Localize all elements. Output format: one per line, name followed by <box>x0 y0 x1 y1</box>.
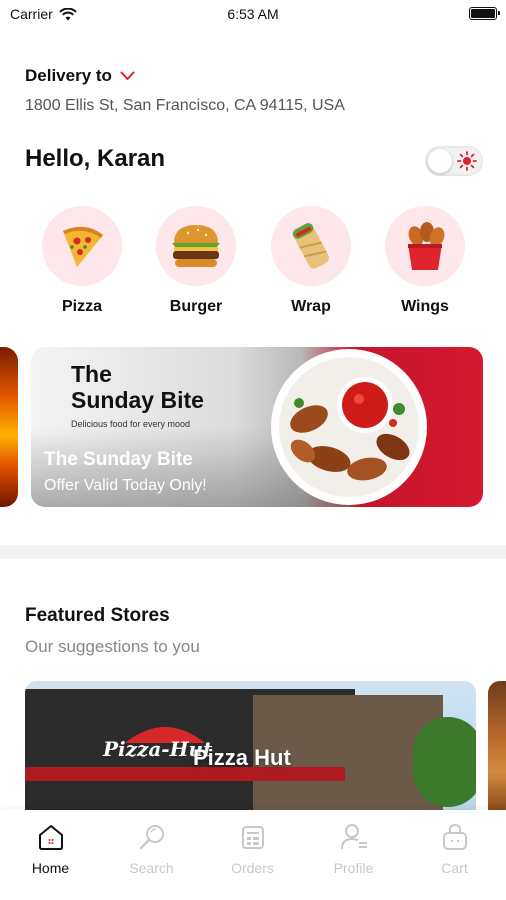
section-divider <box>0 545 506 559</box>
nav-orders[interactable]: Orders <box>202 822 303 876</box>
nav-home-label: Home <box>31 860 70 876</box>
nav-profile-label: Profile <box>333 860 374 876</box>
category-wings-label: Wings <box>401 298 449 315</box>
status-bar: Carrier 6:53 AM <box>0 0 506 28</box>
category-wings[interactable]: Wings <box>384 206 466 316</box>
delivery-label: Delivery to <box>25 66 112 85</box>
store-name: Pizza Hut <box>193 745 291 770</box>
search-icon <box>139 825 164 850</box>
chevron-down-icon <box>120 71 135 80</box>
profile-icon <box>340 824 367 850</box>
banner-offer: Offer Valid Today Only! <box>44 477 207 494</box>
nav-profile[interactable]: Profile <box>303 822 404 876</box>
delivery-location-selector[interactable]: Delivery to <box>25 66 135 86</box>
category-pizza-tile <box>42 206 122 286</box>
store-card-pizza-hut[interactable]: Pizza-Hut Pizza Hut <box>25 681 476 811</box>
category-wrap-tile <box>271 206 351 286</box>
nav-search[interactable]: Search <box>101 822 202 876</box>
featured-stores-title: Featured Stores <box>25 605 170 626</box>
theme-toggle[interactable] <box>425 146 483 176</box>
store-tree <box>413 717 476 807</box>
battery-icon <box>469 7 500 20</box>
toggle-knob <box>428 149 452 173</box>
cart-icon <box>442 823 467 850</box>
category-pizza[interactable]: Pizza <box>41 206 123 316</box>
banner-headline: The Sunday Bite <box>44 449 193 470</box>
category-burger-label: Burger <box>169 298 223 315</box>
category-pizza-label: Pizza <box>61 298 102 315</box>
status-time: 6:53 AM <box>227 6 279 22</box>
orders-icon <box>241 826 264 849</box>
nav-search-label: Search <box>129 860 174 876</box>
nav-orders-label: Orders <box>231 860 274 876</box>
nav-cart[interactable]: Cart <box>404 822 505 876</box>
previous-banner-peek[interactable] <box>0 347 18 507</box>
category-wings-tile <box>385 206 465 286</box>
pizza-icon <box>63 226 103 267</box>
chicken-wings-plate-image <box>271 349 427 505</box>
nav-cart-label: Cart <box>441 860 468 876</box>
home-icon <box>38 825 63 850</box>
promo-banner[interactable]: The Sunday Bite Delicious food for every… <box>31 347 483 507</box>
category-burger-tile <box>156 206 236 286</box>
burger-icon <box>172 225 220 267</box>
category-burger[interactable]: Burger <box>155 206 237 316</box>
banner-title: The Sunday Bite <box>71 361 204 413</box>
category-wrap-label: Wrap <box>291 298 331 315</box>
featured-stores-subtitle: Our suggestions to you <box>25 637 200 656</box>
wrap-icon <box>292 223 329 269</box>
store-red-stripe <box>25 767 345 781</box>
nav-home[interactable]: Home <box>0 822 101 876</box>
greeting-title: Hello, Karan <box>25 145 166 172</box>
banner-tagline: Delicious food for every mood <box>71 419 191 429</box>
wings-icon <box>408 222 445 270</box>
sun-icon <box>457 151 477 171</box>
category-wrap[interactable]: Wrap <box>270 206 352 316</box>
delivery-address[interactable]: 1800 Ellis St, San Francisco, CA 94115, … <box>25 97 345 115</box>
next-store-card-peek[interactable] <box>488 681 506 811</box>
bottom-navigation: Home Search Orders Profile Cart <box>0 810 506 900</box>
